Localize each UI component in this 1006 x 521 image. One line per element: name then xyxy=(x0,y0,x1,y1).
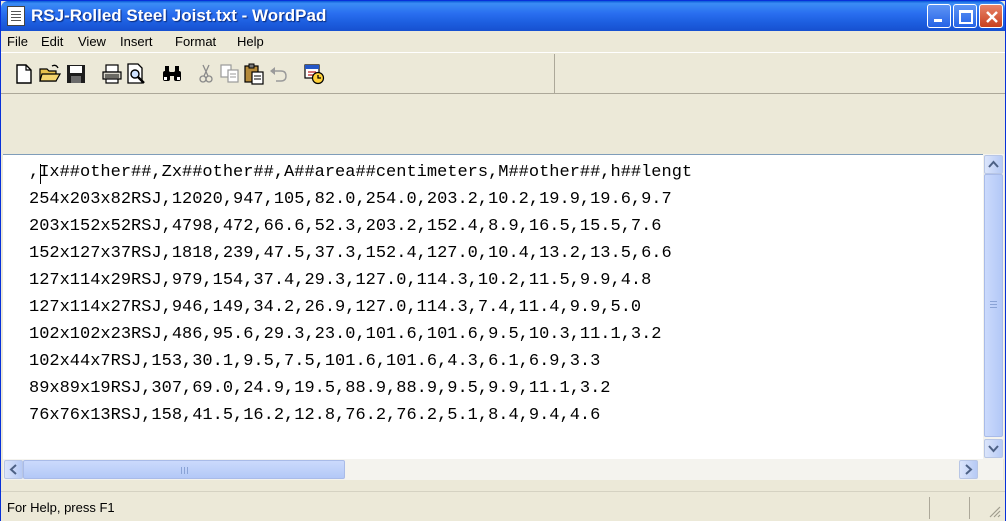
undo-icon xyxy=(270,67,287,82)
close-icon xyxy=(986,11,998,23)
print-icon xyxy=(102,64,122,84)
find-button[interactable] xyxy=(161,63,183,85)
print-preview-button[interactable] xyxy=(125,63,147,85)
wordpad-app-icon[interactable] xyxy=(7,6,25,26)
text-line: 76x76x13RSJ,158,41.5,16.2,12.8,76.2,76.2… xyxy=(29,406,601,425)
save-icon xyxy=(67,65,85,83)
document-area[interactable]: ,Ix##other##,Zx##other##,A##area##centim… xyxy=(3,154,1003,459)
new-button[interactable] xyxy=(13,63,35,85)
menu-bar: File Edit View Insert Format Help xyxy=(1,31,1005,53)
date-time-button[interactable] xyxy=(303,63,325,85)
toolbar xyxy=(1,54,1005,94)
scroll-right-button[interactable] xyxy=(959,460,978,479)
menu-view[interactable]: View xyxy=(78,34,106,49)
text-line: ,Ix##other##,Zx##other##,A##area##centim… xyxy=(29,163,693,182)
minimize-button[interactable] xyxy=(927,4,951,28)
chevron-right-icon xyxy=(965,464,973,475)
menu-insert[interactable]: Insert xyxy=(120,34,153,49)
paste-icon xyxy=(244,63,264,85)
chevron-down-icon xyxy=(988,445,999,453)
vertical-scrollbar[interactable] xyxy=(983,154,1004,459)
resize-grip-icon[interactable] xyxy=(987,504,1001,518)
toolbar-divider xyxy=(554,54,555,94)
title-bar[interactable]: RSJ-Rolled Steel Joist.txt - WordPad xyxy=(1,1,1005,31)
scroll-left-button[interactable] xyxy=(4,460,23,479)
copy-icon xyxy=(220,64,239,83)
text-line: 203x152x52RSJ,4798,472,66.6,52.3,203.2,1… xyxy=(29,217,662,236)
save-button[interactable] xyxy=(65,63,87,85)
scroll-up-button[interactable] xyxy=(984,155,1003,174)
close-button[interactable] xyxy=(979,4,1003,28)
status-bar: For Help, press F1 xyxy=(1,491,1005,521)
status-divider xyxy=(929,497,930,519)
text-line: 102x44x7RSJ,153,30.1,9.5,7.5,101.6,101.6… xyxy=(29,352,601,371)
text-line: 102x102x23RSJ,486,95.6,29.3,23.0,101.6,1… xyxy=(29,325,662,344)
open-icon xyxy=(39,64,62,82)
cut-icon xyxy=(199,64,213,83)
text-editor[interactable]: ,Ix##other##,Zx##other##,A##area##centim… xyxy=(3,155,983,460)
menu-format[interactable]: Format xyxy=(175,34,216,49)
vertical-scroll-thumb[interactable] xyxy=(984,174,1003,437)
copy-button[interactable] xyxy=(219,63,241,85)
chevron-left-icon xyxy=(9,464,17,475)
menu-edit[interactable]: Edit xyxy=(41,34,63,49)
chevron-up-icon xyxy=(988,160,999,168)
cut-button[interactable] xyxy=(195,63,217,85)
text-line: 89x89x19RSJ,307,69.0,24.9,19.5,88.9,88.9… xyxy=(29,379,611,398)
maximize-button[interactable] xyxy=(953,4,977,28)
menu-help[interactable]: Help xyxy=(237,34,264,49)
open-button[interactable] xyxy=(39,63,62,85)
undo-button[interactable] xyxy=(267,63,289,85)
window-title: RSJ-Rolled Steel Joist.txt - WordPad xyxy=(31,6,327,25)
horizontal-scrollbar[interactable] xyxy=(3,459,1003,480)
text-line: 254x203x82RSJ,12020,947,105,82.0,254.0,2… xyxy=(29,190,672,209)
menu-file[interactable]: File xyxy=(7,34,28,49)
text-line: 127x114x27RSJ,946,149,34.2,26.9,127.0,11… xyxy=(29,298,642,317)
wordpad-window: RSJ-Rolled Steel Joist.txt - WordPad Fil… xyxy=(0,0,1006,521)
print-button[interactable] xyxy=(101,63,123,85)
binoculars-icon xyxy=(163,66,181,81)
paste-button[interactable] xyxy=(243,63,265,85)
new-icon xyxy=(16,64,32,84)
status-divider xyxy=(969,497,970,519)
text-caret xyxy=(40,164,41,184)
text-line: 152x127x37RSJ,1818,239,47.5,37.3,152.4,1… xyxy=(29,244,672,263)
status-text: For Help, press F1 xyxy=(7,500,115,515)
date-time-icon xyxy=(304,64,325,85)
horizontal-scroll-thumb[interactable] xyxy=(23,460,345,479)
scroll-down-button[interactable] xyxy=(984,439,1003,458)
print-preview-icon xyxy=(127,63,145,84)
text-line: 127x114x29RSJ,979,154,37.4,29.3,127.0,11… xyxy=(29,271,652,290)
